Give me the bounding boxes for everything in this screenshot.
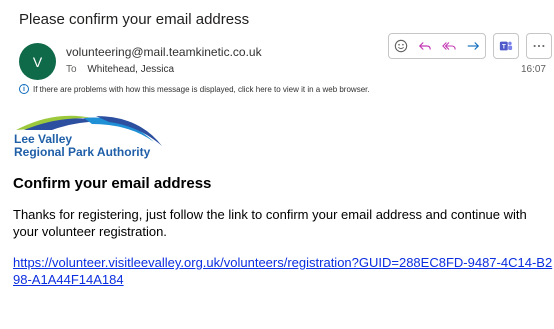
more-icon (533, 44, 545, 48)
email-heading: Confirm your email address (13, 175, 212, 192)
message-time: 16:07 (520, 64, 546, 75)
sender-address[interactable]: volunteering@mail.teamkinetic.co.uk (66, 45, 262, 59)
confirmation-link[interactable]: https://volunteer.visitleevalley.org.uk/… (13, 254, 553, 288)
svg-text:T: T (502, 44, 506, 51)
forward-icon (467, 42, 480, 50)
reply-button[interactable] (413, 34, 437, 58)
forward-button[interactable] (461, 34, 485, 58)
reply-icon (418, 42, 431, 50)
action-button-group (388, 33, 486, 59)
message-toolbar: T (388, 33, 552, 59)
teams-button[interactable]: T (493, 33, 519, 59)
reply-all-button[interactable] (437, 34, 461, 58)
reply-all-icon (442, 42, 456, 50)
emoji-button[interactable] (389, 34, 413, 58)
to-label: To (66, 64, 77, 75)
email-paragraph: Thanks for registering, just follow the … (13, 207, 527, 239)
display-info-bar[interactable]: i If there are problems with how this me… (19, 84, 370, 94)
info-icon: i (19, 84, 29, 94)
teams-icon: T (499, 41, 513, 51)
sender-avatar[interactable]: V (19, 43, 56, 80)
recipient-name[interactable]: Whitehead, Jessica (87, 64, 174, 75)
logo-line-2: Regional Park Authority (14, 145, 151, 159)
recipient-line: To Whitehead, Jessica (66, 64, 174, 75)
email-subject: Please confirm your email address (19, 11, 250, 28)
more-actions-button[interactable] (526, 33, 552, 59)
display-info-text[interactable]: If there are problems with how this mess… (33, 85, 370, 94)
emoji-icon (394, 39, 408, 53)
